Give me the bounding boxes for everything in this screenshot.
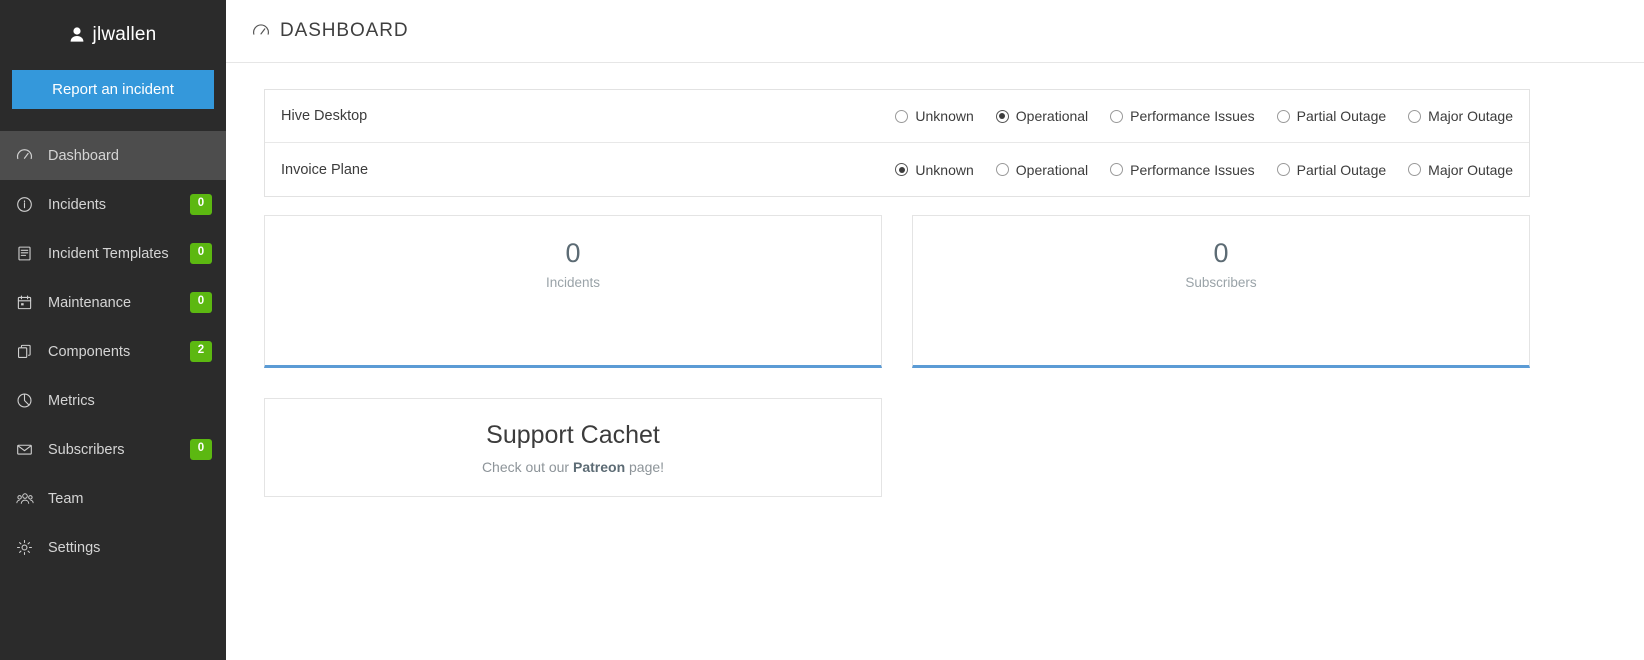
support-card-title: Support Cachet (486, 421, 660, 449)
users-group-icon (16, 490, 38, 507)
stat-value: 0 (1213, 238, 1229, 268)
component-row: Invoice Plane Unknown Operational Perfor… (265, 143, 1529, 196)
radio-mark (1276, 163, 1290, 176)
calendar-icon (16, 294, 38, 311)
status-option-operational[interactable]: Operational (995, 161, 1089, 178)
sidebar-item-components[interactable]: Components 2 (0, 327, 226, 376)
status-option-label: Partial Outage (1296, 108, 1387, 124)
support-cachet-card: Support Cachet Check out our Patreon pag… (264, 398, 882, 497)
radio-mark (1408, 163, 1422, 176)
status-option-label: Unknown (915, 161, 974, 178)
sidebar-item-label: Team (48, 490, 84, 507)
stat-label: Subscribers (1185, 274, 1257, 290)
radio-mark (895, 163, 909, 176)
status-option-label: Major Outage (1428, 161, 1513, 178)
sidebar-item-subscribers[interactable]: Subscribers 0 (0, 425, 226, 474)
sidebar-item-incidents[interactable]: Incidents 0 (0, 180, 226, 229)
gear-icon (16, 539, 38, 556)
status-option-unknown[interactable]: Unknown (895, 161, 974, 178)
status-option-label: Performance Issues (1130, 161, 1255, 178)
sidebar-item-dashboard[interactable]: Dashboard (0, 131, 226, 180)
status-option-partial-outage[interactable]: Partial Outage (1276, 161, 1387, 178)
sidebar-badge: 0 (190, 194, 212, 215)
support-text-after: page! (625, 458, 665, 475)
radio-mark (895, 109, 909, 123)
main-content: DASHBOARD Hive Desktop Unknown Operation… (226, 0, 1644, 660)
sidebar-badge: 0 (190, 292, 212, 313)
status-option-label: Unknown (915, 108, 974, 124)
report-an-incident-button[interactable]: Report an incident (12, 70, 214, 109)
sidebar-nav: Dashboard Incidents 0 Incident Templates… (0, 131, 226, 572)
stat-card-subscribers[interactable]: 0 Subscribers (912, 215, 1530, 368)
sidebar-item-maintenance[interactable]: Maintenance 0 (0, 278, 226, 327)
patreon-link[interactable]: Patreon (573, 459, 625, 475)
status-option-label: Major Outage (1428, 108, 1513, 124)
dashboard-gauge-icon (252, 22, 270, 40)
sidebar-item-settings[interactable]: Settings (0, 523, 226, 572)
brand-username-text: jlwallen (92, 24, 157, 45)
brand-username[interactable]: jlwallen (0, 0, 226, 70)
status-option-performance-issues[interactable]: Performance Issues (1110, 108, 1255, 124)
dashboard-gauge-icon (16, 147, 38, 164)
sidebar-item-label: Maintenance (48, 294, 132, 311)
status-option-partial-outage[interactable]: Partial Outage (1276, 108, 1387, 124)
status-radio-group: Unknown Operational Performance Issues P… (895, 162, 1513, 178)
sidebar-item-label: Subscribers (48, 441, 125, 458)
status-option-unknown[interactable]: Unknown (895, 108, 974, 124)
list-document-icon (16, 245, 38, 262)
app-root: jlwallen Report an incident Dashboard In… (0, 0, 1644, 660)
stat-cards-row: 0 Incidents 0 Subscribers (264, 215, 1530, 368)
sidebar-item-label: Settings (48, 539, 101, 556)
stat-card-incidents[interactable]: 0 Incidents (264, 215, 882, 368)
radio-mark (1110, 109, 1124, 123)
sidebar-item-label: Incidents (48, 196, 107, 213)
radio-mark (1110, 163, 1124, 176)
status-option-label: Performance Issues (1130, 108, 1255, 124)
sidebar-item-label: Dashboard (48, 147, 119, 164)
pie-chart-icon (16, 392, 38, 409)
status-option-label: Operational (1015, 161, 1089, 178)
stat-value: 0 (565, 238, 581, 268)
report-button-wrap: Report an incident (0, 70, 226, 131)
status-option-label: Operational (1015, 108, 1089, 124)
component-row: Hive Desktop Unknown Operational Perform… (265, 90, 1529, 143)
stat-label: Incidents (545, 274, 601, 290)
sidebar-item-label: Incident Templates (48, 245, 169, 262)
sidebar-item-incident-templates[interactable]: Incident Templates 0 (0, 229, 226, 278)
components-panel: Hive Desktop Unknown Operational Perform… (264, 89, 1530, 197)
sidebar-item-label: Components (48, 343, 131, 360)
support-text-before: Check out our (481, 458, 573, 475)
status-option-label: Partial Outage (1296, 161, 1387, 178)
sidebar: jlwallen Report an incident Dashboard In… (0, 0, 226, 660)
page-header: DASHBOARD (226, 0, 1644, 63)
sidebar-badge: 0 (190, 243, 212, 264)
status-radio-group: Unknown Operational Performance Issues P… (895, 108, 1513, 124)
radio-mark (995, 163, 1009, 176)
info-circle-icon (16, 196, 38, 213)
status-option-operational[interactable]: Operational (995, 108, 1089, 124)
radio-mark (1408, 109, 1422, 123)
sidebar-item-team[interactable]: Team (0, 474, 226, 523)
status-option-major-outage[interactable]: Major Outage (1408, 108, 1513, 124)
radio-mark (995, 109, 1009, 123)
status-option-major-outage[interactable]: Major Outage (1408, 162, 1513, 178)
sidebar-badge: 0 (190, 439, 212, 460)
sidebar-badge: 2 (190, 341, 212, 362)
status-option-performance-issues[interactable]: Performance Issues (1110, 162, 1255, 178)
page-title: DASHBOARD (280, 20, 409, 41)
component-name: Hive Desktop (281, 108, 368, 124)
support-card-subtitle: Check out our Patreon page! (265, 459, 881, 475)
copy-layers-icon (16, 343, 38, 360)
dashboard-content: Hive Desktop Unknown Operational Perform… (226, 63, 1644, 660)
component-name: Invoice Plane (281, 161, 369, 178)
user-icon (70, 26, 84, 46)
sidebar-item-metrics[interactable]: Metrics (0, 376, 226, 425)
envelope-icon (16, 441, 38, 458)
radio-mark (1276, 109, 1290, 123)
sidebar-item-label: Metrics (48, 392, 95, 409)
